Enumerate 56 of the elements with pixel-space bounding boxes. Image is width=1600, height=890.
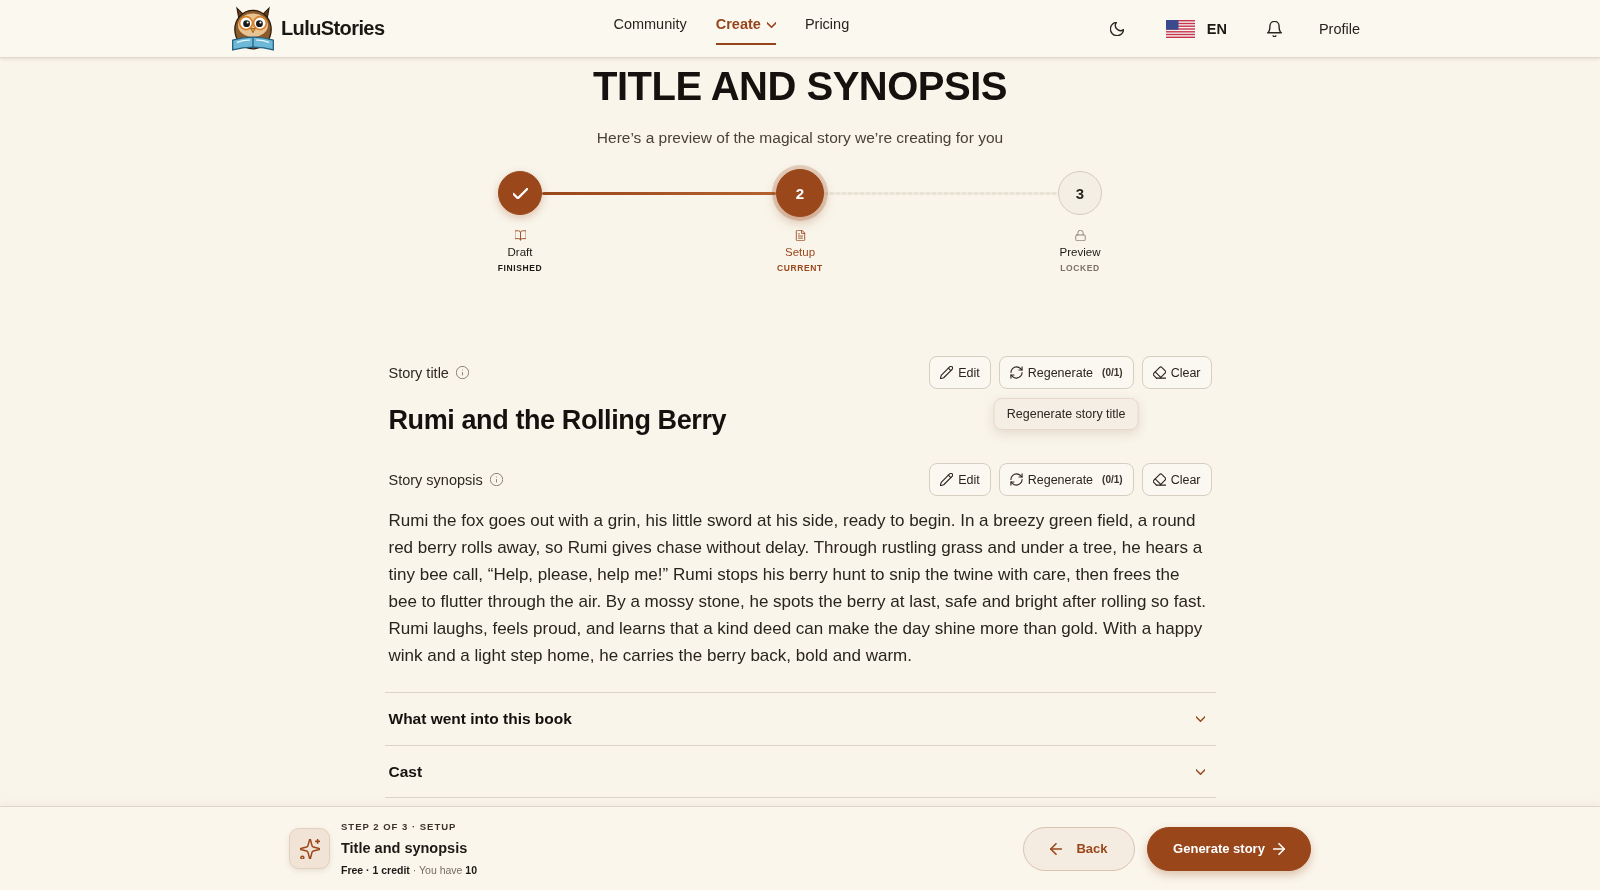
nav-link[interactable]: Create [715, 16, 776, 45]
document-icon [794, 230, 806, 241]
clear-button[interactable]: Clear [1141, 463, 1212, 496]
bell-icon[interactable] [1266, 20, 1282, 37]
flag-icon [1165, 19, 1195, 38]
profile-link[interactable]: Profile [1318, 20, 1360, 37]
regenerate-button[interactable]: Regenerate (0/1) [998, 463, 1134, 496]
back-button[interactable]: Back [1023, 826, 1135, 871]
moon-icon[interactable] [1109, 21, 1124, 36]
lock-icon [1074, 230, 1086, 241]
check-icon [512, 187, 528, 199]
nav-link[interactable]: Community [613, 16, 687, 45]
field-label: Story title [388, 364, 449, 381]
chevron-down-icon [766, 21, 776, 28]
owl-icon [230, 5, 276, 52]
step-caption: STEP 2 OF 3 · SETUP [341, 820, 457, 833]
pencil-icon [940, 366, 954, 379]
chevron-down-icon [1195, 716, 1205, 722]
step-label: Setup [784, 246, 816, 259]
chevron-down-icon [1195, 768, 1205, 775]
story-synopsis: Rumi the fox goes out with a grin, his little sword at his side, ready to begin. In a breezy green field, a round red berry rolls away, so Rumi gives chase without delay. Through rustling grass and under a tree, he hears a tiny bee call, “Help, please, help me!” Rumi stops his berry hunt to snip the twine with care, then frees the bee to flutter through the air. By a mossy stone, he spots the berry at last, safe and bright after rolling so fast. Rumi laughs, feels proud, and learns that a kind deed can make the day shine more than gold. With a happy wink and a light step home, he carries the berry back, bold and warm. [388, 510, 1207, 667]
page-subtitle: Here’s a preview of the magical story we’re creating for you [596, 128, 1004, 148]
refresh-icon [1009, 473, 1023, 486]
edit-button[interactable]: Edit [929, 356, 991, 389]
step-status: LOCKED [1060, 263, 1100, 274]
info-icon[interactable] [489, 473, 503, 486]
clear-button[interactable]: Clear [1141, 356, 1212, 389]
generate-story-button[interactable]: Generate story [1147, 826, 1311, 871]
step-title: Title and synopsis [341, 838, 468, 857]
story-title: Rumi and the Rolling Berry [388, 404, 727, 437]
eraser-icon [1152, 366, 1166, 379]
info-icon[interactable] [455, 366, 469, 379]
step-label: Preview [1059, 246, 1101, 259]
step-label: Draft [507, 246, 533, 259]
step-status: CURRENT [777, 263, 823, 274]
regenerate-button[interactable]: Regenerate (0/1) [998, 356, 1134, 389]
edit-button[interactable]: Edit [929, 463, 991, 496]
pencil-icon [940, 473, 954, 486]
book-icon [514, 230, 526, 241]
page-title: TITLE AND SYNOPSIS [593, 63, 1007, 109]
arrow-left-icon [1050, 842, 1063, 855]
nav-link[interactable]: Pricing [804, 16, 850, 45]
field-label: Story synopsis [388, 471, 483, 488]
step-indicator: 3 [1058, 171, 1102, 215]
step-status: FINISHED [497, 263, 543, 274]
credit-info: Free · 1 credit · You have 10 [341, 863, 478, 877]
accordion-header[interactable]: What went into this book [384, 692, 1216, 745]
eraser-icon [1152, 473, 1166, 486]
sparkle-icon [289, 828, 330, 869]
tooltip: Regenerate story title [993, 398, 1139, 430]
language-selector[interactable]: EN [1165, 19, 1227, 38]
step-indicator: 2 [776, 169, 824, 217]
arrow-right-icon [1272, 842, 1285, 855]
logo-link[interactable]: LuluStories [230, 5, 385, 52]
accordion-header[interactable]: Cast [384, 745, 1216, 798]
refresh-icon [1009, 366, 1023, 379]
